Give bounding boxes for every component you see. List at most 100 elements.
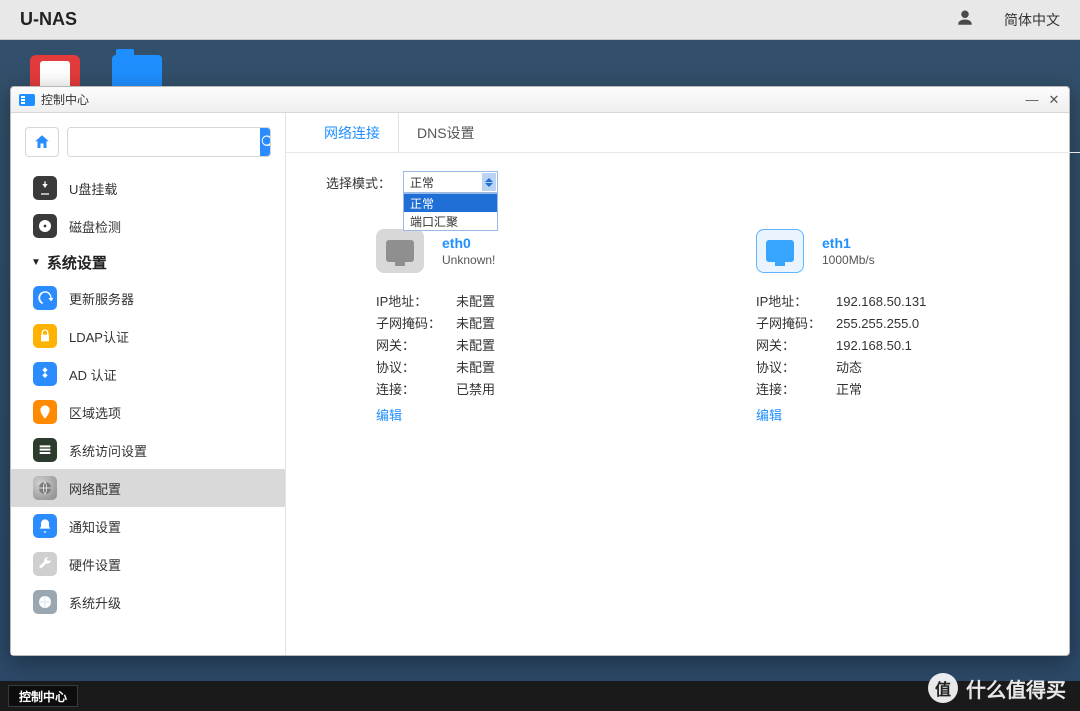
select-arrows-icon xyxy=(482,173,496,191)
sidebar-item-region[interactable]: 区域选项 xyxy=(11,393,285,431)
content-area: 选择模式： 正常 正常 端口汇聚 xyxy=(286,153,1080,655)
lock-icon xyxy=(33,324,57,348)
mode-label: 选择模式： xyxy=(326,173,391,192)
search-button[interactable] xyxy=(260,128,271,156)
nic-card-eth1: eth1 1000Mb/s IP地址：192.168.50.131 子网掩码：2… xyxy=(756,229,1056,424)
minimize-button[interactable]: — xyxy=(1025,92,1039,108)
sidebar-item-label: 硬件设置 xyxy=(69,555,121,574)
label-conn: 连接： xyxy=(376,379,456,401)
window-title: 控制中心 xyxy=(41,91,1025,108)
value-gw: 未配置 xyxy=(456,335,495,357)
sidebar-item-upgrade[interactable]: 系统升级 xyxy=(11,583,285,621)
sidebar-item-label: AD 认证 xyxy=(69,365,117,384)
mode-option-normal[interactable]: 正常 xyxy=(404,194,497,212)
value-conn: 正常 xyxy=(836,379,862,401)
sidebar-item-access[interactable]: 系统访问设置 xyxy=(11,431,285,469)
update-icon xyxy=(33,286,57,310)
tab-network-connection[interactable]: 网络连接 xyxy=(306,113,399,152)
sidebar-item-label: 区域选项 xyxy=(69,403,121,422)
sidebar-item-disk-check[interactable]: 磁盘检测 xyxy=(11,207,285,245)
access-icon xyxy=(33,438,57,462)
sidebar: U盘挂载 磁盘检测 ▼ 系统设置 更新服务器 LDAP认证 xyxy=(11,113,286,655)
sidebar-item-network[interactable]: 网络配置 xyxy=(11,469,285,507)
window-titlebar[interactable]: 控制中心 — ✕ xyxy=(11,87,1069,113)
edit-link[interactable]: 编辑 xyxy=(756,405,782,424)
edit-link[interactable]: 编辑 xyxy=(376,405,402,424)
value-proto: 未配置 xyxy=(456,357,495,379)
globe-icon xyxy=(33,590,57,614)
search-input[interactable] xyxy=(68,128,260,156)
label-ip: IP地址： xyxy=(756,291,836,313)
sidebar-item-label: U盘挂载 xyxy=(69,179,117,198)
home-button[interactable] xyxy=(25,127,59,157)
disk-icon xyxy=(33,214,57,238)
mode-dropdown[interactable]: 正常 端口汇聚 xyxy=(403,193,498,231)
sidebar-item-label: 磁盘检测 xyxy=(69,217,121,236)
region-icon xyxy=(33,400,57,424)
nic-name: eth0 xyxy=(442,235,495,251)
search-icon xyxy=(260,134,271,150)
close-button[interactable]: ✕ xyxy=(1047,92,1061,108)
sidebar-item-label: 网络配置 xyxy=(69,479,121,498)
network-icon xyxy=(33,476,57,500)
main-panel: 网络连接 DNS设置 选择模式： 正常 正常 端口汇聚 xyxy=(286,113,1080,655)
control-center-window: 控制中心 — ✕ U盘挂载 xyxy=(10,86,1070,656)
nic-speed: 1000Mb/s xyxy=(822,253,875,267)
value-mask: 255.255.255.0 xyxy=(836,313,919,335)
label-proto: 协议： xyxy=(756,357,836,379)
value-gw: 192.168.50.1 xyxy=(836,335,912,357)
label-proto: 协议： xyxy=(376,357,456,379)
window-app-icon xyxy=(19,94,35,106)
tab-dns-settings[interactable]: DNS设置 xyxy=(399,113,493,152)
top-menubar: U-NAS 简体中文 xyxy=(0,0,1080,40)
sidebar-item-ad-auth[interactable]: AD 认证 xyxy=(11,355,285,393)
ethernet-port-icon xyxy=(756,229,804,273)
mode-option-link-aggregation[interactable]: 端口汇聚 xyxy=(404,212,497,230)
label-conn: 连接： xyxy=(756,379,836,401)
bell-icon xyxy=(33,514,57,538)
sidebar-list[interactable]: U盘挂载 磁盘检测 ▼ 系统设置 更新服务器 LDAP认证 xyxy=(11,165,285,655)
value-ip: 未配置 xyxy=(456,291,495,313)
value-mask: 未配置 xyxy=(456,313,495,335)
label-mask: 子网掩码： xyxy=(376,313,456,335)
usb-icon xyxy=(33,176,57,200)
mode-select[interactable]: 正常 xyxy=(403,171,498,193)
nic-speed: Unknown! xyxy=(442,253,495,267)
sidebar-item-label: 更新服务器 xyxy=(69,289,134,308)
taskbar: 控制中心 xyxy=(0,681,1080,711)
sidebar-item-label: 系统访问设置 xyxy=(69,441,147,460)
sidebar-item-ldap[interactable]: LDAP认证 xyxy=(11,317,285,355)
value-proto: 动态 xyxy=(836,357,862,379)
sidebar-group-system-settings[interactable]: ▼ 系统设置 xyxy=(11,245,285,279)
nic-name: eth1 xyxy=(822,235,875,251)
sidebar-item-label: 通知设置 xyxy=(69,517,121,536)
sidebar-group-label: 系统设置 xyxy=(47,252,107,273)
sidebar-item-usb-mount[interactable]: U盘挂载 xyxy=(11,169,285,207)
wrench-icon xyxy=(33,552,57,576)
watermark-badge: 值 xyxy=(928,673,958,703)
value-conn: 已禁用 xyxy=(456,379,495,401)
brand-label: U-NAS xyxy=(20,9,77,30)
language-selector[interactable]: 简体中文 xyxy=(1004,10,1060,30)
sidebar-item-notify[interactable]: 通知设置 xyxy=(11,507,285,545)
mode-select-value: 正常 xyxy=(410,174,434,191)
watermark-text: 什么值得买 xyxy=(966,674,1066,703)
label-ip: IP地址： xyxy=(376,291,456,313)
taskbar-button-control-center[interactable]: 控制中心 xyxy=(8,685,78,707)
label-gw: 网关： xyxy=(756,335,836,357)
ethernet-port-icon xyxy=(376,229,424,273)
caret-down-icon: ▼ xyxy=(31,257,41,268)
tab-bar: 网络连接 DNS设置 xyxy=(286,113,1080,153)
watermark: 值 什么值得买 xyxy=(928,673,1066,703)
ad-icon xyxy=(33,362,57,386)
user-icon[interactable] xyxy=(956,9,974,30)
value-ip: 192.168.50.131 xyxy=(836,291,926,313)
nic-card-eth0: eth0 Unknown! IP地址：未配置 子网掩码：未配置 网关：未配置 协… xyxy=(376,229,676,424)
sidebar-item-label: LDAP认证 xyxy=(69,327,129,346)
sidebar-item-hardware[interactable]: 硬件设置 xyxy=(11,545,285,583)
sidebar-item-update-server[interactable]: 更新服务器 xyxy=(11,279,285,317)
sidebar-item-label: 系统升级 xyxy=(69,593,121,612)
label-gw: 网关： xyxy=(376,335,456,357)
search-field[interactable] xyxy=(67,127,271,157)
label-mask: 子网掩码： xyxy=(756,313,836,335)
